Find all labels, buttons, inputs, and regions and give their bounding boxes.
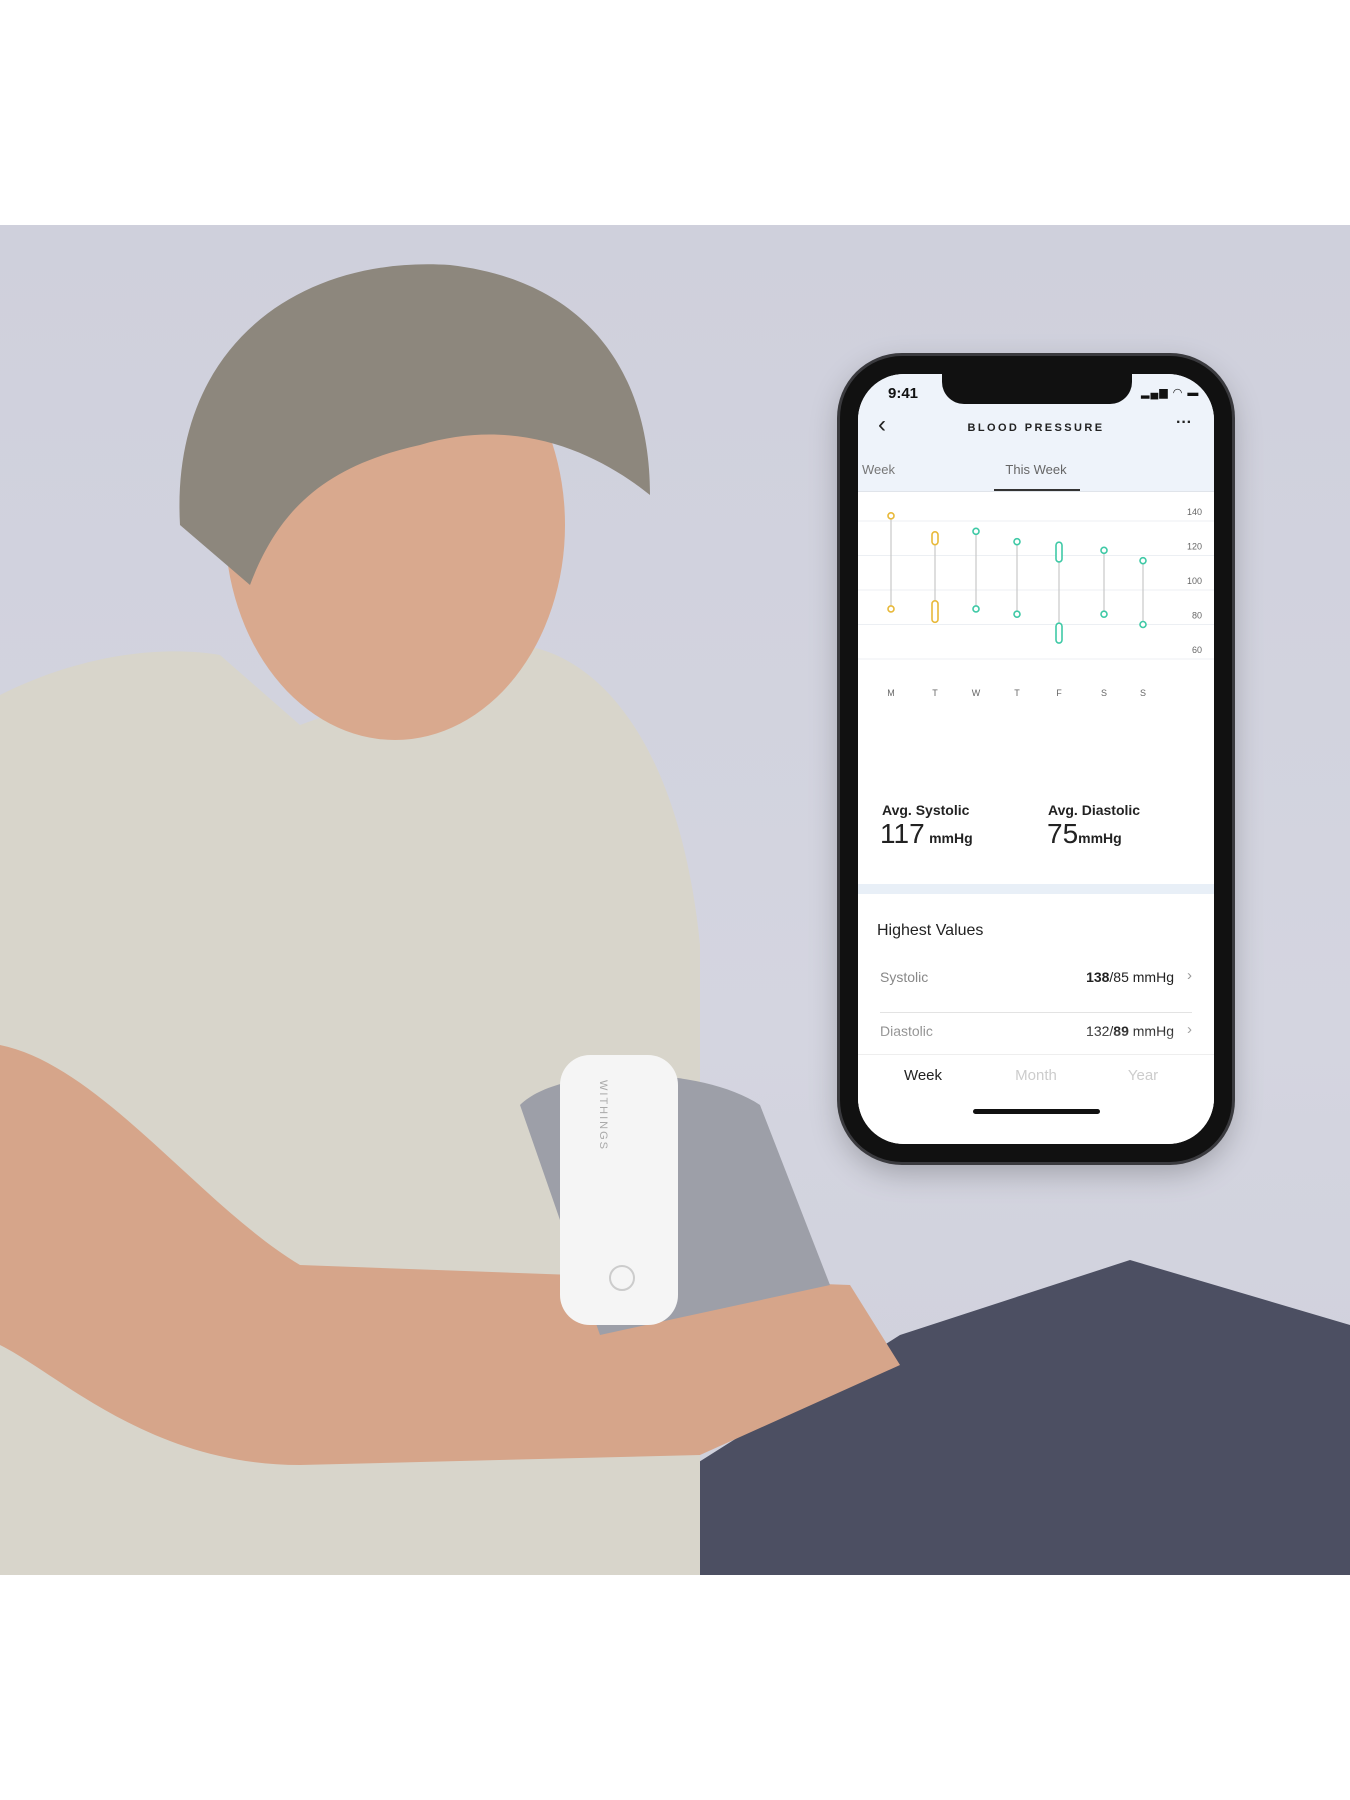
- tab-month[interactable]: Month: [1001, 1067, 1071, 1084]
- row-value-bold: 89: [1113, 1023, 1129, 1039]
- x-tick-label: M: [887, 688, 895, 698]
- y-tick-label: 60: [1192, 645, 1202, 655]
- systolic-marker: [887, 512, 895, 520]
- x-tick-label: T: [1014, 688, 1020, 698]
- diastolic-marker: [1100, 610, 1108, 618]
- avg-diastolic-value: 75: [1047, 818, 1079, 849]
- page-title: BLOOD PRESSURE: [967, 422, 1105, 434]
- avg-systolic-unit: mmHg: [929, 830, 973, 846]
- row-label: Diastolic: [880, 1023, 933, 1039]
- systolic-marker: [1013, 537, 1021, 546]
- highest-row-diastolic[interactable]: Diastolic 132/89 mmHg ›: [880, 1018, 1192, 1048]
- y-tick-label: 140: [1187, 507, 1202, 517]
- chevron-right-icon: ›: [1187, 1021, 1192, 1038]
- highest-values-title: Highest Values: [877, 922, 984, 939]
- phone: 9:41 ▂▄▆ ◠ ▬ ‹ BLOOD PRESSURE ··· Week T…: [840, 356, 1232, 1162]
- diastolic-marker: [1139, 620, 1147, 629]
- tab-year[interactable]: Year: [1108, 1067, 1178, 1084]
- y-tick-label: 80: [1192, 611, 1202, 621]
- diastolic-marker: [931, 600, 939, 624]
- systolic-marker: [1100, 546, 1108, 555]
- avg-systolic: 117 mmHg: [880, 818, 973, 850]
- diastolic-marker: [972, 605, 980, 613]
- row-value-rest: mmHg: [1128, 1023, 1174, 1039]
- avg-diastolic-label: Avg. Diastolic: [1048, 802, 1141, 818]
- status-icons: ▂▄▆ ◠ ▬: [1141, 387, 1200, 399]
- row-value: 132/89 mmHg: [1086, 1023, 1174, 1039]
- bottom-tab-bar: Week Month Year: [858, 1054, 1214, 1144]
- row-value-rest: /85 mmHg: [1109, 969, 1174, 985]
- y-tick-label: 100: [1187, 576, 1202, 586]
- row-value: 138/85 mmHg: [1086, 969, 1174, 985]
- highest-row-systolic[interactable]: Systolic 138/85 mmHg ›: [880, 964, 1192, 994]
- systolic-marker: [972, 527, 980, 536]
- bp-chart: 140 120 100 80 60 M T W T F S S: [858, 507, 1214, 698]
- avg-systolic-value: 117: [880, 818, 925, 849]
- systolic-marker: [1055, 541, 1063, 563]
- avg-diastolic: 75mmHg: [1047, 818, 1122, 850]
- tab-underline: [994, 489, 1080, 491]
- home-indicator: [973, 1109, 1100, 1114]
- x-tick-label: S: [1140, 688, 1146, 698]
- avg-systolic-label: Avg. Systolic: [882, 802, 970, 818]
- x-tick-label: S: [1101, 688, 1107, 698]
- bp-monitor-device: [560, 1055, 678, 1325]
- x-tick-label: W: [972, 688, 981, 698]
- systolic-marker: [1139, 556, 1147, 565]
- row-divider: [880, 1012, 1192, 1013]
- notch: [942, 374, 1132, 404]
- diastolic-marker: [1013, 610, 1021, 618]
- avg-diastolic-unit: mmHg: [1078, 830, 1122, 846]
- device-brand: WITHINGS: [597, 1080, 609, 1151]
- row-value-pre: 132/: [1086, 1023, 1114, 1039]
- chevron-right-icon: ›: [1187, 967, 1192, 984]
- diastolic-marker: [887, 605, 895, 613]
- section-divider: [858, 884, 1214, 894]
- tab-week[interactable]: Week: [888, 1067, 958, 1084]
- row-value-bold: 138: [1086, 969, 1110, 985]
- row-label: Systolic: [880, 969, 929, 985]
- tab-this-week[interactable]: This Week: [858, 462, 1214, 477]
- x-tick-label: F: [1056, 688, 1062, 698]
- y-tick-label: 120: [1187, 542, 1202, 552]
- diastolic-marker: [1055, 622, 1063, 644]
- x-tick-label: T: [932, 688, 938, 698]
- more-button[interactable]: ···: [1176, 414, 1192, 432]
- phone-screen: 9:41 ▂▄▆ ◠ ▬ ‹ BLOOD PRESSURE ··· Week T…: [858, 374, 1214, 1144]
- systolic-marker: [931, 530, 939, 546]
- status-time: 9:41: [888, 385, 919, 402]
